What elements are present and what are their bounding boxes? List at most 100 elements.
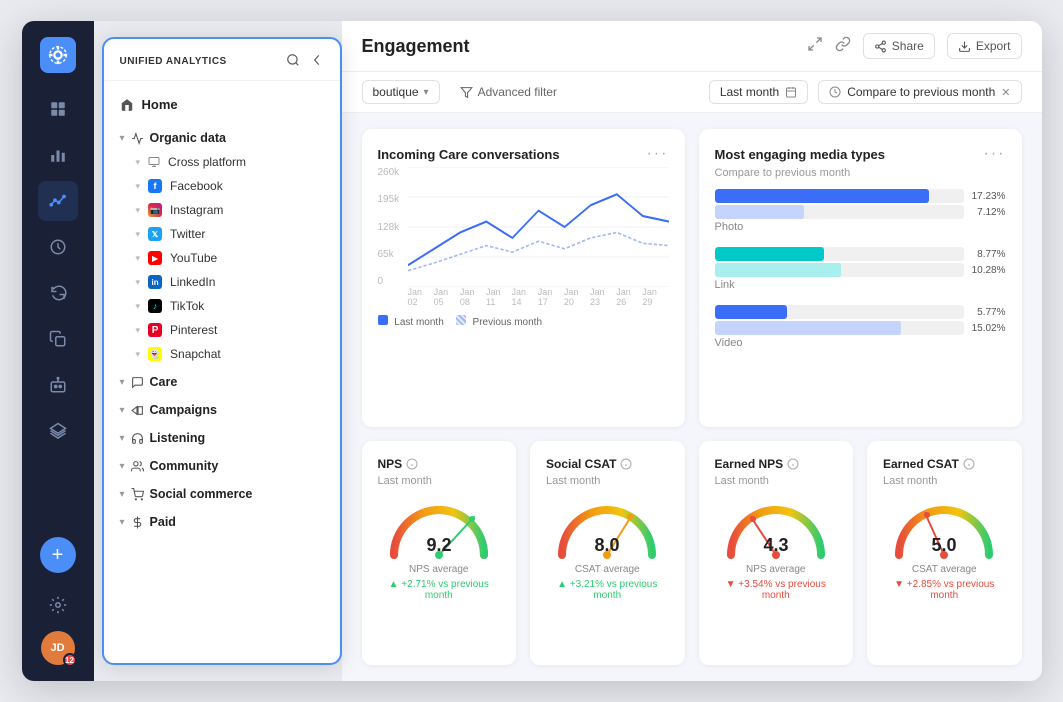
sidebar-section-community-header[interactable]: ▾ Community xyxy=(104,454,340,478)
bar-track-photo-prev xyxy=(715,205,964,219)
rail-refresh-icon[interactable] xyxy=(38,273,78,313)
rail-clock-icon[interactable] xyxy=(38,227,78,267)
nps-gauge-svg: 9.2 xyxy=(384,495,494,560)
sidebar-home-item[interactable]: Home xyxy=(104,89,340,120)
sidebar-item-cross-platform[interactable]: ▾ Cross platform xyxy=(104,150,340,174)
snapchat-label: Snapchat xyxy=(170,347,221,361)
line-chart-card: Incoming Care conversations ··· 260k 195… xyxy=(362,129,685,427)
expand-icon[interactable] xyxy=(807,36,823,57)
x-label-4: Jan 14 xyxy=(512,287,538,307)
line-chart-area: 260k 195k 128k 65k 0 xyxy=(378,167,669,307)
snapchat-chevron-icon: ▾ xyxy=(136,349,141,360)
line-chart-yaxis: 260k 195k 128k 65k 0 xyxy=(378,167,400,287)
line-chart-menu-icon[interactable]: ··· xyxy=(647,145,669,163)
sidebar-section-social-commerce-header[interactable]: ▾ Social commerce xyxy=(104,482,340,506)
organic-data-section-icon xyxy=(131,132,144,145)
advanced-filter-icon xyxy=(460,86,473,99)
sidebar-item-facebook[interactable]: ▾ f Facebook xyxy=(104,174,340,198)
rail-add-button[interactable]: + xyxy=(40,537,76,573)
export-button[interactable]: Export xyxy=(947,33,1022,59)
campaigns-label: Campaigns xyxy=(150,403,217,417)
facebook-chevron-icon: ▾ xyxy=(136,181,141,192)
bar-track-video-prev xyxy=(715,321,964,335)
y-label-4: 260k xyxy=(378,167,400,178)
link-icon[interactable] xyxy=(835,36,851,57)
rail-settings-icon[interactable] xyxy=(38,585,78,625)
boutique-filter[interactable]: boutique ▾ xyxy=(362,80,440,104)
export-icon xyxy=(958,40,971,53)
nps-average-label: NPS average xyxy=(378,564,501,575)
sidebar-panel: UNIFIED ANALYTICS xyxy=(102,37,342,665)
nps-subtitle: Last month xyxy=(378,475,501,487)
social-commerce-label: Social commerce xyxy=(150,487,253,501)
nps-gauge-header: NPS xyxy=(378,457,501,471)
bar-track-link-current xyxy=(715,247,964,261)
nps-info-icon xyxy=(406,458,418,470)
y-label-1: 65k xyxy=(378,249,400,260)
rail-layers-icon[interactable] xyxy=(38,411,78,451)
sidebar-item-twitter[interactable]: ▾ 𝕏 Twitter xyxy=(104,222,340,246)
advanced-filter-button[interactable]: Advanced filter xyxy=(450,81,567,103)
y-label-0: 0 xyxy=(378,276,400,287)
rail-line-chart-icon[interactable] xyxy=(38,181,78,221)
earned-csat-gauge-container: 5.0 xyxy=(883,495,1006,560)
dashboard-grid: Incoming Care conversations ··· 260k 195… xyxy=(342,113,1042,681)
rail-bot-icon[interactable] xyxy=(38,365,78,405)
bar-chart-menu-icon[interactable]: ··· xyxy=(984,145,1006,163)
compare-filter[interactable]: Compare to previous month ✕ xyxy=(818,80,1021,104)
bar-label-video: Video xyxy=(715,337,1006,349)
sidebar-section-paid: ▾ Paid xyxy=(104,508,340,536)
user-avatar[interactable]: JD 12 xyxy=(41,631,75,665)
social-csat-subtitle: Last month xyxy=(546,475,669,487)
sidebar-item-linkedin[interactable]: ▾ in LinkedIn xyxy=(104,270,340,294)
sidebar-nav: Home ▾ Organic data ▾ xyxy=(104,81,340,663)
compare-filter-close-icon[interactable]: ✕ xyxy=(1001,86,1010,99)
rail-grid-icon[interactable] xyxy=(38,89,78,129)
sidebar-item-youtube[interactable]: ▾ ▶ YouTube xyxy=(104,246,340,270)
cross-platform-icon xyxy=(148,156,160,168)
date-filter[interactable]: Last month xyxy=(709,80,808,104)
rail-copy-icon[interactable] xyxy=(38,319,78,359)
earned-csat-title: Earned CSAT xyxy=(883,457,975,471)
sidebar-section-paid-header[interactable]: ▾ Paid xyxy=(104,510,340,534)
nps-gauge-container: 9.2 xyxy=(378,495,501,560)
main-filters: boutique ▾ Advanced filter Last month xyxy=(342,72,1042,113)
bar-chart-header: Most engaging media types ··· xyxy=(715,145,1006,163)
bar-pct-video-current: 5.77% xyxy=(970,307,1006,318)
advanced-filter-label: Advanced filter xyxy=(478,85,557,99)
legend-last-month-dot xyxy=(378,315,388,325)
sidebar-section-campaigns-header[interactable]: ▾ Campaigns xyxy=(104,398,340,422)
bar-group-video: 5.77% 15.02% Video xyxy=(715,305,1006,349)
bar-row-link-current: 8.77% xyxy=(715,247,1006,261)
sidebar-collapse-icon[interactable] xyxy=(310,53,324,70)
app-logo[interactable] xyxy=(40,37,76,73)
linkedin-label: LinkedIn xyxy=(170,275,215,289)
sidebar-item-pinterest[interactable]: ▾ P Pinterest xyxy=(104,318,340,342)
linkedin-chevron-icon: ▾ xyxy=(136,277,141,288)
tiktok-chevron-icon: ▾ xyxy=(136,301,141,312)
sidebar-section-organic-data-header[interactable]: ▾ Organic data xyxy=(104,126,340,150)
sidebar-section-listening-header[interactable]: ▾ Listening xyxy=(104,426,340,450)
earned-csat-subtitle: Last month xyxy=(883,475,1006,487)
rail-bar-chart-icon[interactable] xyxy=(38,135,78,175)
legend-previous-month: Previous month xyxy=(456,315,542,328)
x-label-6: Jan 20 xyxy=(564,287,590,307)
youtube-chevron-icon: ▾ xyxy=(136,253,141,264)
share-button[interactable]: Share xyxy=(863,33,935,59)
y-label-3: 195k xyxy=(378,194,400,205)
community-label: Community xyxy=(150,459,219,473)
line-chart-title: Incoming Care conversations xyxy=(378,147,560,162)
social-csat-average-label: CSAT average xyxy=(546,564,669,575)
export-label: Export xyxy=(976,39,1011,53)
line-chart-svg xyxy=(408,167,669,287)
earned-csat-gauge-header: Earned CSAT xyxy=(883,457,1006,471)
sidebar-section-care-header[interactable]: ▾ Care xyxy=(104,370,340,394)
sidebar-item-instagram[interactable]: ▾ 📷 Instagram xyxy=(104,198,340,222)
sidebar-header: UNIFIED ANALYTICS xyxy=(104,39,340,81)
social-csat-gauge-svg: 8.0 xyxy=(552,495,662,560)
notification-badge: 12 xyxy=(63,653,77,667)
sidebar-search-icon[interactable] xyxy=(286,53,300,70)
sidebar-item-tiktok[interactable]: ▾ ♪ TikTok xyxy=(104,294,340,318)
bar-fill-photo-current xyxy=(715,189,929,203)
sidebar-item-snapchat[interactable]: ▾ 👻 Snapchat xyxy=(104,342,340,366)
